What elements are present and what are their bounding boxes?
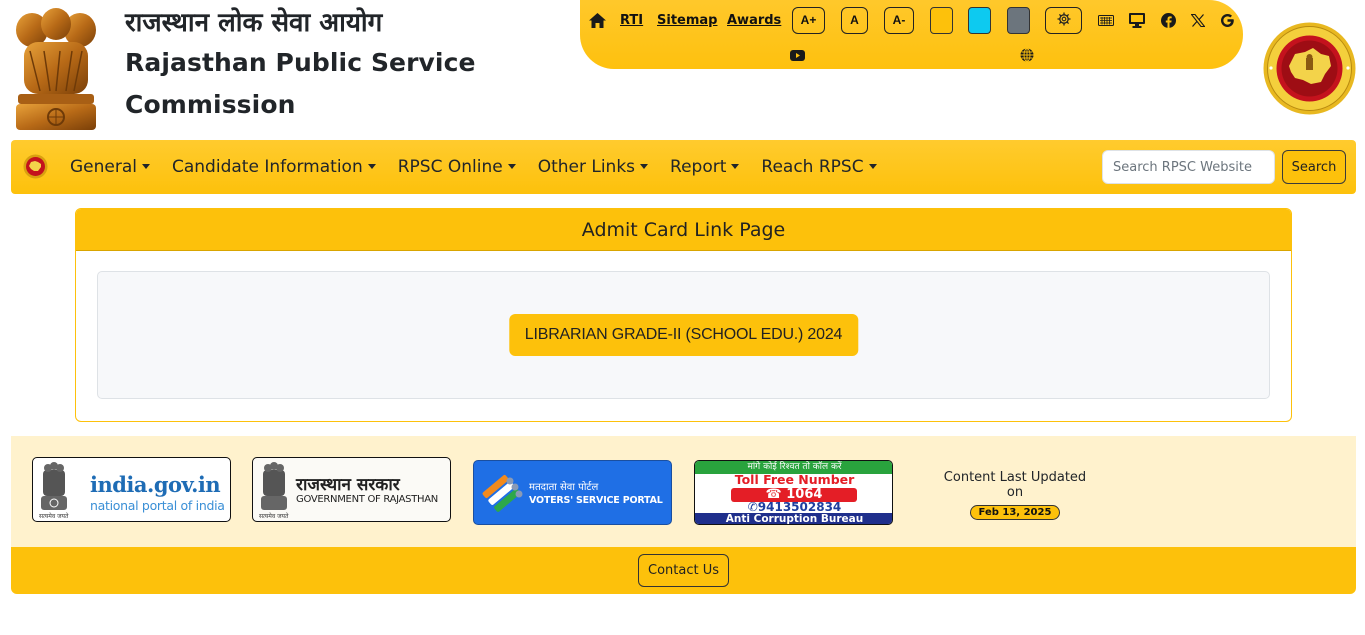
footer-logo-band: india.gov.in national portal of india सत… [11,436,1356,547]
x-twitter-icon[interactable] [1189,11,1207,29]
caret-down-icon [868,163,877,169]
nav-report[interactable]: Report [670,157,740,177]
nav-rpsc-online-label: RPSC Online [397,157,503,177]
voters-portal-logo-link[interactable]: मतदाता सेवा पोर्टल VOTERS' SERVICE PORTA… [473,460,672,525]
nav-general-label: General [70,157,137,177]
theme-yellow-swatch[interactable] [930,6,953,34]
nav-report-label: Report [670,157,727,177]
rpsc-seal [1263,22,1356,115]
font-increase-button[interactable]: A+ [792,6,825,34]
voters-portal-subtitle: VOTERS' SERVICE PORTAL [529,495,663,506]
theme-cyan-swatch[interactable] [968,6,991,34]
rajasthan-govt-motto: सत्यमेव जयते [259,513,289,520]
google-icon[interactable] [1218,11,1236,29]
site-title: राजस्थान लोक सेवा आयोग Rajasthan Public … [125,4,476,126]
nav-general[interactable]: General [70,157,150,177]
nav-candidate-information[interactable]: Candidate Information [172,157,376,177]
caret-down-icon [367,163,376,169]
rajasthan-govt-title: राजस्थान सरकार [296,475,400,495]
utility-bar: RTI Sitemap Awards A+ A A- [580,0,1243,69]
caret-down-icon [731,163,740,169]
nav-candidate-information-label: Candidate Information [172,157,363,177]
admit-card-link-button[interactable]: LIBRARIAN GRADE-II (SCHOOL EDU.) 2024 [508,314,859,356]
rti-link[interactable]: RTI [620,13,643,28]
last-updated-date: Feb 13, 2025 [969,505,1061,520]
india-gov-motto: सत्यमेव जयते [39,513,69,520]
rajasthan-govt-logo-link[interactable]: राजस्थान सरकार GOVERNMENT OF RAJASTHAN स… [252,457,451,522]
settings-button[interactable] [1045,6,1082,34]
title-english-line1: Rajasthan Public Service [125,48,476,77]
ballot-icon [482,474,523,512]
main-navbar: General Candidate Information RPSC Onlin… [11,140,1356,194]
ashoka-emblem [10,6,102,132]
admit-card-panel: Admit Card Link Page LIBRARIAN GRADE-II … [75,208,1292,422]
font-decrease-button[interactable]: A- [884,6,914,34]
awards-link[interactable]: Awards [727,13,781,28]
home-icon[interactable] [588,11,606,29]
card-title: Admit Card Link Page [76,209,1291,251]
title-hindi: राजस्थान लोक सेवा आयोग [125,8,383,38]
search-input[interactable] [1102,150,1275,184]
facebook-icon[interactable] [1159,11,1177,29]
toll-free-label: Toll Free Number [734,472,855,487]
caret-down-icon [142,163,150,169]
contact-us-button[interactable]: Contact Us [638,554,729,587]
voters-portal-title: मतदाता सेवा पोर्टल [529,482,599,493]
title-english-line2: Commission [125,90,296,119]
caret-down-icon [507,163,516,169]
nav-other-links[interactable]: Other Links [537,157,649,177]
whatsapp-icon: ✆ [747,500,758,514]
nav-reach-rpsc-label: Reach RPSC [761,157,864,177]
india-gov-logo-link[interactable]: india.gov.in national portal of india सत… [32,457,231,522]
rpsc-logo-icon[interactable] [23,154,48,179]
monitor-icon[interactable] [1128,11,1146,29]
rajasthan-govt-subtitle: GOVERNMENT OF RAJASTHAN [296,494,438,505]
nav-other-links-label: Other Links [537,157,636,177]
admit-card-list: LIBRARIAN GRADE-II (SCHOOL EDU.) 2024 [97,271,1270,399]
gear-icon [1057,12,1071,29]
globe-icon[interactable] [1018,46,1036,64]
keyboard-icon[interactable] [1097,11,1115,29]
last-updated-label: Content Last Updated on [943,470,1087,500]
anti-corruption-bureau-label: Anti Corruption Bureau [695,513,892,524]
footer-contact-band: Contact Us [11,547,1356,594]
india-gov-subtitle: national portal of india [90,498,225,513]
font-reset-button[interactable]: A [841,6,868,34]
last-updated: Content Last Updated on Feb 13, 2025 [935,470,1095,520]
nav-reach-rpsc[interactable]: Reach RPSC [761,157,877,177]
ashoka-emblem-icon [261,462,287,510]
search-button[interactable]: Search [1282,150,1346,184]
sitemap-link[interactable]: Sitemap [657,13,717,28]
india-gov-title: india.gov.in [90,472,221,497]
youtube-icon[interactable] [788,46,806,64]
ashoka-emblem-icon [41,462,67,510]
caret-down-icon [640,163,649,169]
whatsapp-number-value: 9413502834 [757,500,842,514]
nav-rpsc-online[interactable]: RPSC Online [398,157,516,177]
anti-corruption-logo-link[interactable]: मांगे कोई रिश्वत तो कॉल करें Toll Free N… [694,460,893,525]
theme-gray-swatch[interactable] [1007,6,1030,34]
